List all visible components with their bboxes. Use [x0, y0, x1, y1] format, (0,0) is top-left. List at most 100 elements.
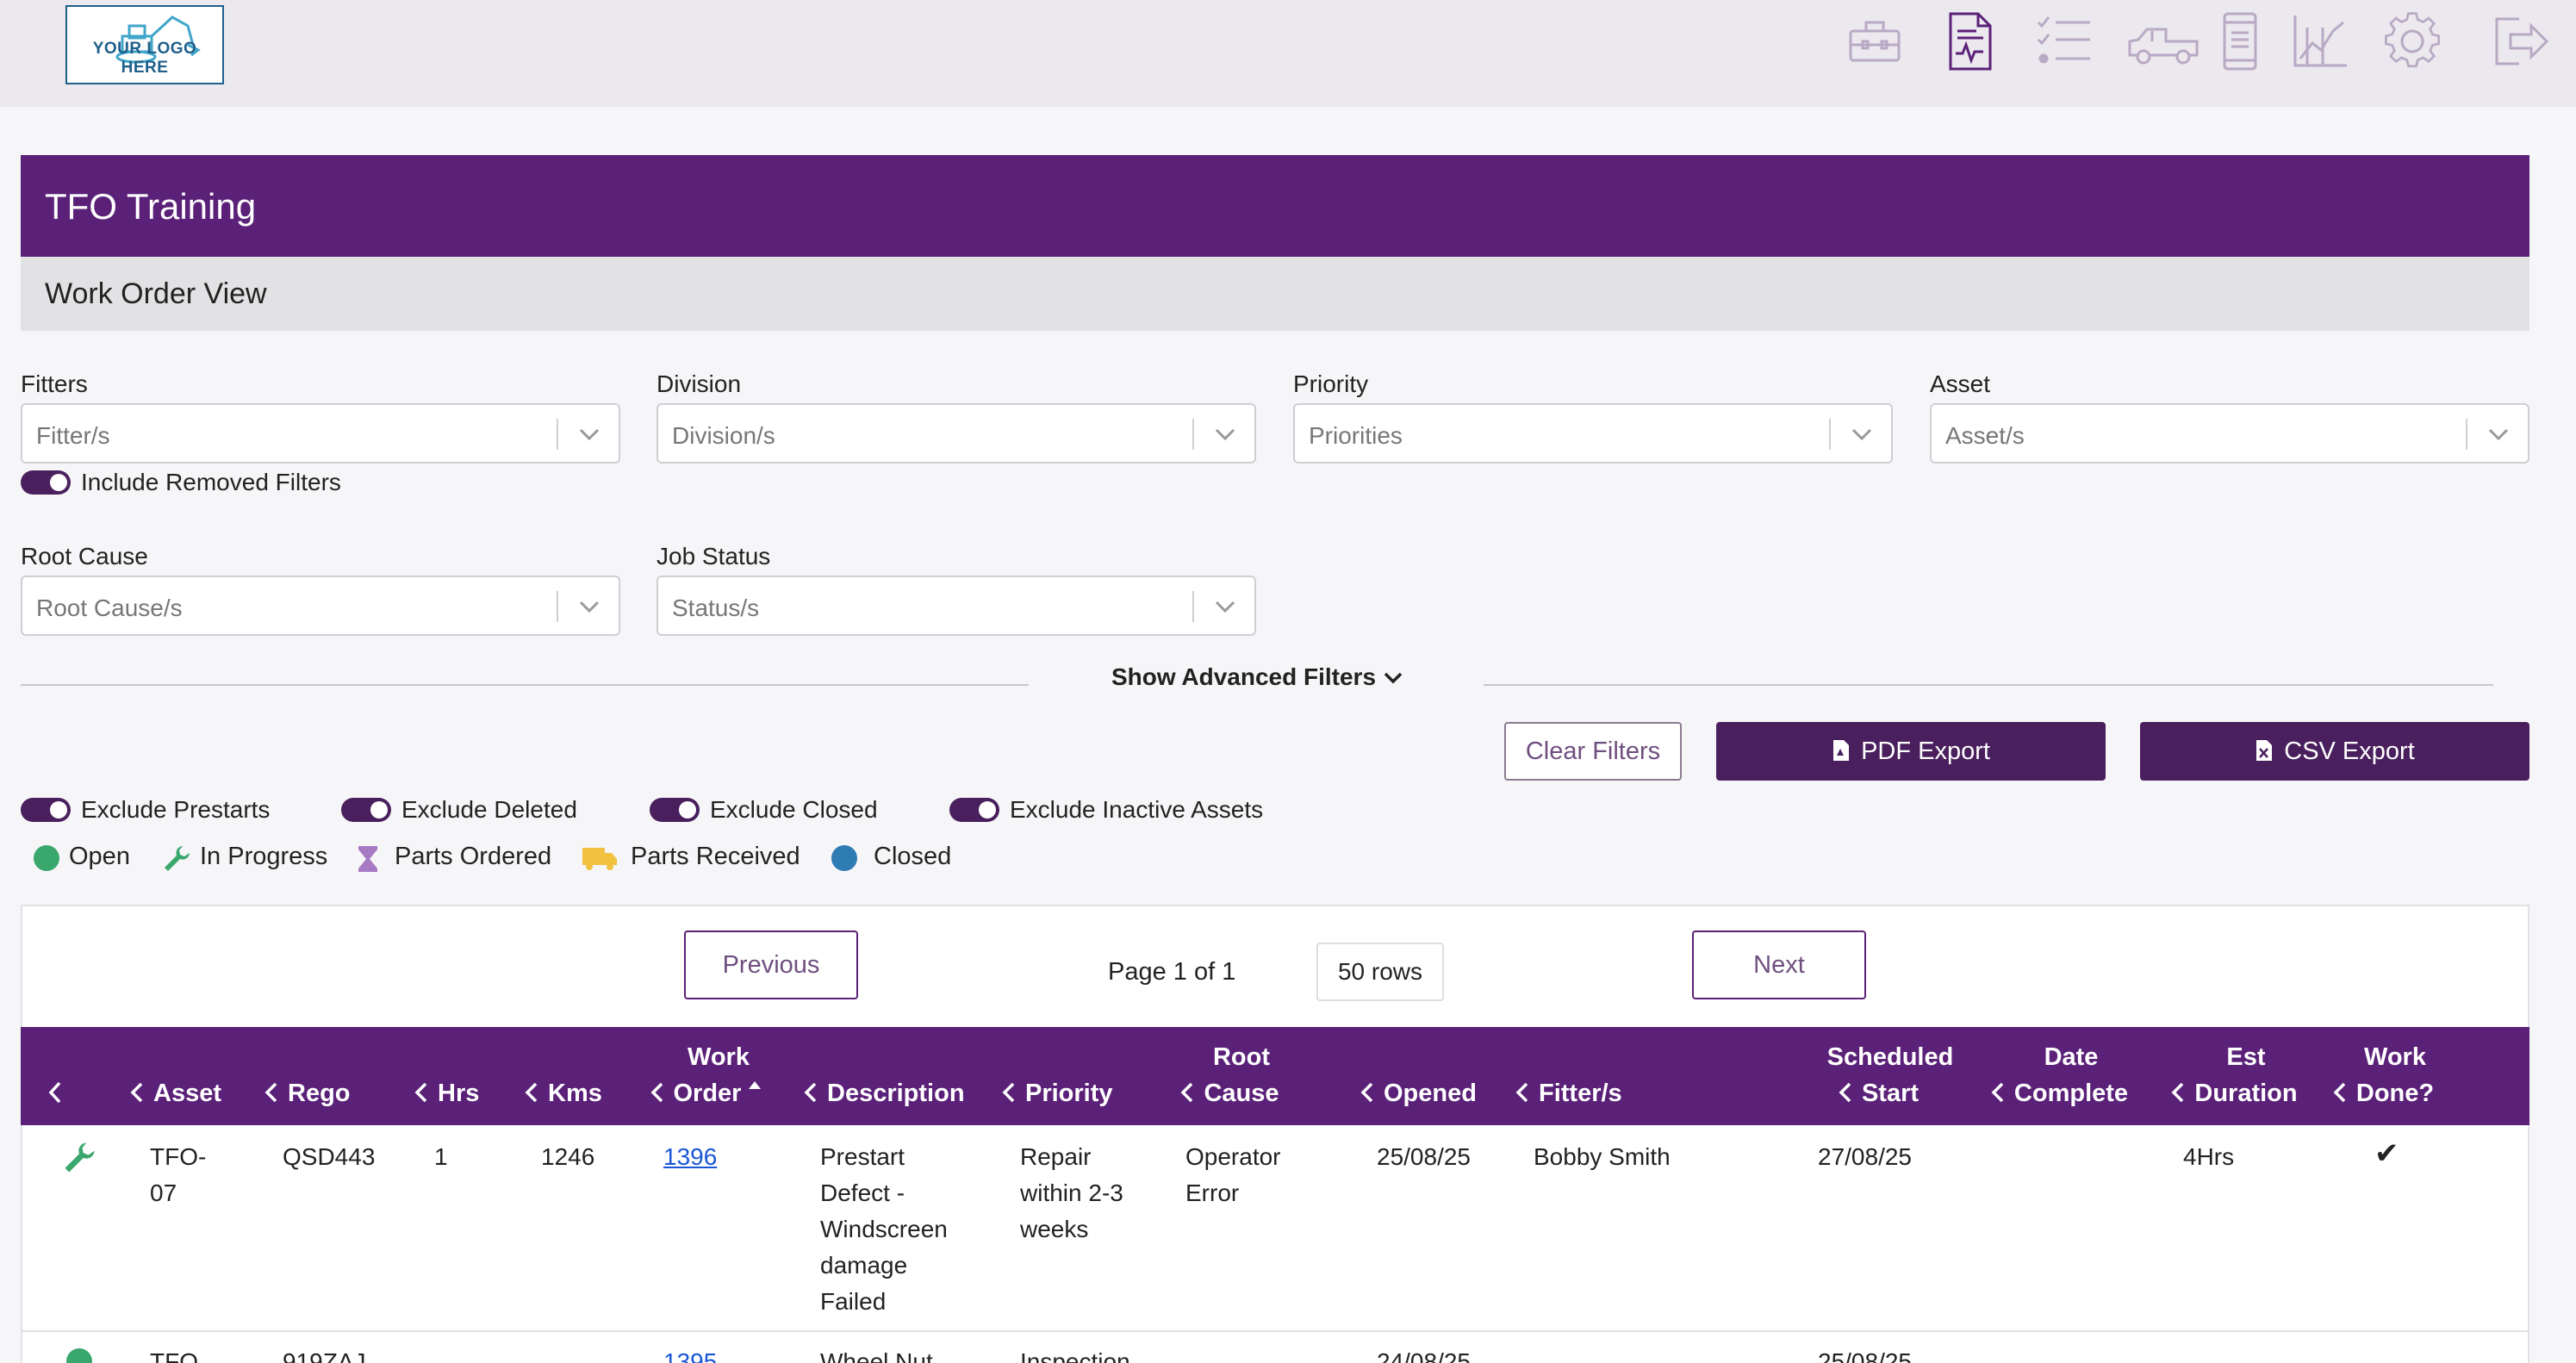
- table-cell-opened: 24/08/25: [1377, 1348, 1471, 1363]
- sort-icon: [2333, 1082, 2346, 1103]
- column-hrs-label: Hrs: [438, 1080, 480, 1107]
- checklist-icon[interactable]: [2033, 10, 2095, 72]
- fitters-select[interactable]: Fitter/s: [21, 403, 620, 464]
- job-status-select[interactable]: Status/s: [656, 576, 1256, 636]
- priority-placeholder: Priorities: [1309, 422, 1403, 449]
- column-kms[interactable]: Kms: [524, 1075, 602, 1111]
- top-bar: YOUR LOGO HERE: [0, 0, 2576, 107]
- column-asset-label: Asset: [153, 1080, 221, 1107]
- exclude-inactive-label: Exclude Inactive Assets: [1010, 796, 1264, 823]
- pdf-export-label: PDF Export: [1861, 738, 1990, 765]
- column-description[interactable]: Description: [803, 1075, 965, 1111]
- csv-export-label: CSV Export: [2284, 738, 2415, 765]
- chevron-down-icon[interactable]: [1211, 422, 1239, 446]
- sort-icon: [804, 1082, 817, 1103]
- root-cause-line: Operator: [1185, 1143, 1281, 1170]
- column-date-complete[interactable]: Date Complete: [1987, 1039, 2131, 1111]
- company-logo[interactable]: YOUR LOGO HERE: [65, 5, 224, 84]
- chevron-down-icon[interactable]: [1848, 422, 1876, 446]
- pdf-export-button[interactable]: PDF Export: [1716, 722, 2106, 781]
- chart-icon[interactable]: [2288, 10, 2350, 72]
- delivery-truck-icon: [582, 848, 617, 870]
- next-button[interactable]: Next: [1692, 930, 1866, 999]
- page-subheader: Work Order View: [21, 257, 2529, 331]
- column-opened-label: Opened: [1384, 1080, 1477, 1107]
- gear-icon[interactable]: [2381, 10, 2443, 72]
- legend-open: Open: [69, 843, 130, 870]
- asset-line2: 07: [150, 1179, 177, 1206]
- expand-all-icon[interactable]: [47, 1080, 64, 1105]
- chevron-down-icon[interactable]: [576, 594, 603, 619]
- sort-icon: [1360, 1082, 1373, 1103]
- column-date-line2: Complete: [2013, 1080, 2129, 1107]
- chevron-down-icon[interactable]: [576, 422, 603, 446]
- sort-icon: [650, 1082, 663, 1103]
- exclude-deleted-label: Exclude Deleted: [401, 796, 577, 823]
- toolbox-icon[interactable]: [1844, 10, 1906, 72]
- include-removed-toggle[interactable]: [21, 470, 71, 495]
- column-fitters[interactable]: Fitter/s: [1515, 1075, 1622, 1111]
- column-done-line2: Done?: [2355, 1080, 2435, 1107]
- truck-icon[interactable]: [2126, 10, 2202, 72]
- description-line: Failed: [820, 1288, 887, 1315]
- column-root-cause[interactable]: Root Cause: [1165, 1039, 1294, 1111]
- chevron-down-icon[interactable]: [1211, 594, 1239, 619]
- mobile-icon[interactable]: [2214, 10, 2266, 72]
- previous-button[interactable]: Previous: [684, 930, 858, 999]
- column-done-line1: Work: [2364, 1043, 2426, 1071]
- select-separator: [557, 591, 558, 622]
- division-select[interactable]: Division/s: [656, 403, 1256, 464]
- table-cell-description: Wheel Nut: [820, 1348, 933, 1363]
- report-icon[interactable]: [1938, 10, 2000, 72]
- column-work-done[interactable]: Work Done?: [2330, 1039, 2436, 1111]
- chevron-down-icon[interactable]: [2485, 422, 2512, 446]
- column-hrs[interactable]: Hrs: [414, 1075, 479, 1111]
- asset-line1: TFO-: [150, 1143, 207, 1170]
- column-rego[interactable]: Rego: [264, 1075, 351, 1111]
- column-work-order[interactable]: Work Order: [646, 1039, 767, 1111]
- column-work-order-line1: Work: [688, 1043, 750, 1071]
- row-separator: [21, 1330, 2529, 1332]
- logout-icon[interactable]: [2490, 10, 2552, 72]
- clear-filters-button[interactable]: Clear Filters: [1504, 722, 1682, 781]
- exclude-closed-toggle[interactable]: [650, 798, 700, 822]
- fitters-placeholder: Fitter/s: [36, 422, 110, 449]
- legend-parts-ordered: Parts Ordered: [395, 843, 552, 870]
- rows-per-page-select[interactable]: 50 rows: [1316, 943, 1444, 1001]
- table-cell-scheduled: 27/08/25: [1818, 1143, 1912, 1170]
- column-scheduled-start[interactable]: Scheduled Start: [1801, 1039, 1956, 1111]
- column-scheduled-line1: Scheduled: [1826, 1043, 1954, 1071]
- pdf-file-icon: [1833, 740, 1850, 761]
- select-separator: [1192, 419, 1194, 450]
- include-removed-label: Include Removed Filters: [81, 469, 341, 495]
- show-advanced-filters[interactable]: Show Advanced Filters: [1111, 663, 1403, 691]
- column-est-duration[interactable]: Est Duration: [2162, 1039, 2305, 1111]
- column-priority[interactable]: Priority: [1001, 1075, 1113, 1111]
- wrench-icon[interactable]: [62, 1141, 96, 1175]
- column-fitters-label: Fitter/s: [1539, 1080, 1622, 1107]
- exclude-inactive-toggle[interactable]: [949, 798, 999, 822]
- exclude-deleted-toggle[interactable]: [341, 798, 391, 822]
- divider-right: [1484, 684, 2493, 686]
- work-order-link[interactable]: 1396: [663, 1139, 717, 1175]
- work-order-link[interactable]: 1395: [663, 1344, 717, 1363]
- column-work-order-line2: Order: [673, 1080, 742, 1107]
- job-status-label: Job Status: [656, 543, 771, 569]
- table-cell-duration: 4Hrs: [2183, 1143, 2235, 1170]
- open-status-icon[interactable]: [65, 1347, 93, 1363]
- exclude-prestarts-label: Exclude Prestarts: [81, 796, 271, 823]
- division-label: Division: [656, 370, 742, 397]
- page-info: Page 1 of 1: [1108, 958, 1236, 986]
- csv-export-button[interactable]: CSV Export: [2140, 722, 2529, 781]
- description-line: Prestart: [820, 1143, 905, 1170]
- work-done-check-icon: ✔: [2374, 1137, 2399, 1170]
- exclude-prestarts-toggle[interactable]: [21, 798, 71, 822]
- root-cause-line: Error: [1185, 1179, 1240, 1206]
- show-advanced-label: Show Advanced Filters: [1111, 663, 1377, 690]
- asset-select[interactable]: Asset/s: [1930, 403, 2529, 464]
- column-est-line2: Duration: [2194, 1080, 2298, 1107]
- root-cause-select[interactable]: Root Cause/s: [21, 576, 620, 636]
- column-opened[interactable]: Opened: [1360, 1075, 1477, 1111]
- column-asset[interactable]: Asset: [129, 1075, 221, 1111]
- priority-select[interactable]: Priorities: [1293, 403, 1893, 464]
